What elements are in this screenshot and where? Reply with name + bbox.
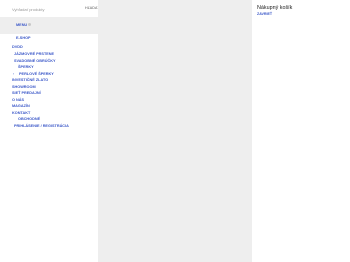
nav-item-sperky[interactable]: ŠPERKY xyxy=(18,65,34,69)
menu-toggle-icon[interactable] xyxy=(28,23,31,26)
menu-header[interactable]: MENU xyxy=(0,17,98,34)
page: HĽADAŤ MENU E-SHOP DVDD JÁZMOVRÉ PRSTENE… xyxy=(0,0,350,262)
main-content xyxy=(98,0,252,262)
nav-item-investicne-zlato[interactable]: INVESTIČNÉ ZLATO xyxy=(12,78,48,82)
search-bar: HĽADAŤ xyxy=(0,0,100,17)
nav-item-perlove-sperky[interactable]: PERLOVÉ ŠPERKY xyxy=(19,72,54,76)
nav-item-dvdd[interactable]: DVDD xyxy=(12,45,23,49)
nav-item-obchodne[interactable]: OBCHODNÉ xyxy=(18,117,40,121)
cart-title: Nákupný košík xyxy=(257,5,293,11)
nav-item-o-nas[interactable]: O NÁS xyxy=(12,98,24,102)
nav-item-eshop[interactable]: E-SHOP xyxy=(16,36,31,40)
nav-item-kontakt[interactable]: KONTAKT xyxy=(12,111,30,115)
cart-close-button[interactable]: ZAVRIEŤ xyxy=(257,12,272,16)
menu-label: MENU xyxy=(16,23,28,27)
nav-item-showroom[interactable]: SHOWROOM xyxy=(12,85,36,89)
search-input[interactable] xyxy=(12,5,72,13)
chevron-right-icon[interactable]: › xyxy=(13,72,14,76)
nav-item-jazmovre-prstene[interactable]: JÁZMOVRÉ PRSTENE xyxy=(14,52,54,56)
nav-item-svadobne-obrucky[interactable]: SVADOBNÉ OBRÚČKY xyxy=(14,59,56,63)
nav-item-magazin[interactable]: MAGAZÍN xyxy=(12,104,30,108)
nav-item-siet-predajni[interactable]: SIEŤ PREDAJNÍ xyxy=(12,91,41,95)
cart-panel: Nákupný košík ZAVRIEŤ xyxy=(252,0,350,262)
sidebar-menu: HĽADAŤ MENU E-SHOP DVDD JÁZMOVRÉ PRSTENE… xyxy=(0,0,100,262)
nav-item-prihlasenie-registracia[interactable]: PRIHLÁSENIE / REGISTRÁCIA xyxy=(14,124,69,128)
